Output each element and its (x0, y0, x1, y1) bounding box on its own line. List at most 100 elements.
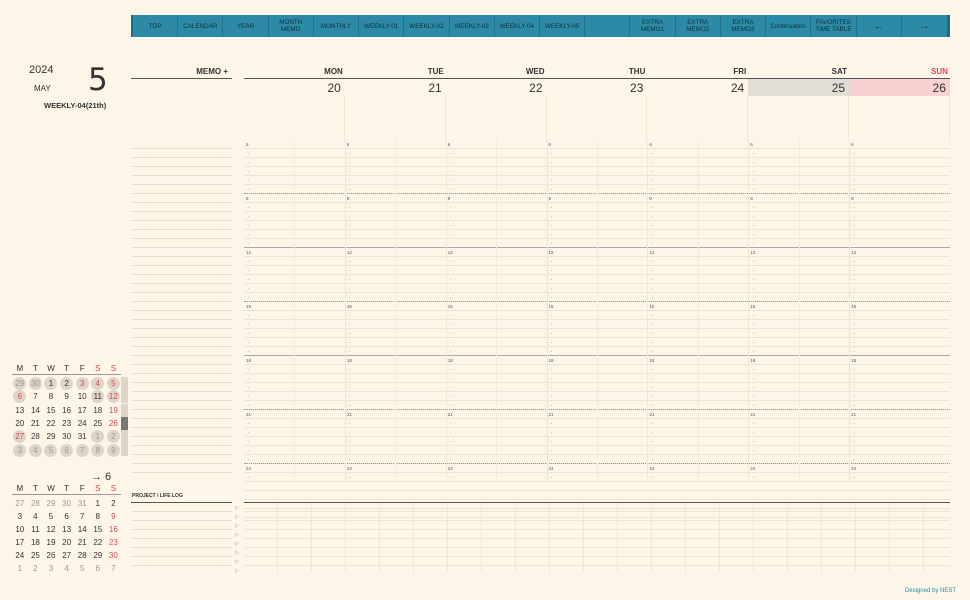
mini-calendar-day[interactable]: 30 (106, 551, 122, 560)
nav-tab-year[interactable]: YEAR (223, 15, 269, 37)
mini-calendar-day[interactable]: 13 (12, 406, 28, 415)
mini-calendar-week[interactable]: 6 7 8 9 10 11 12 (12, 390, 129, 404)
mini-calendar-day[interactable]: 6 (60, 443, 74, 457)
nav-tab-extra-memo2[interactable]: EXTRA MEMO2 (676, 15, 721, 37)
mini-calendar-day[interactable]: 21 (28, 419, 44, 428)
mini-calendar-day[interactable]: 3 (75, 377, 89, 391)
mini-calendar-day[interactable]: 8 (91, 443, 105, 457)
mini-calendar-day[interactable]: 2 (28, 564, 44, 573)
mini-calendar-day[interactable]: 1 (12, 564, 28, 573)
mini-calendar-week[interactable]: 27 28 29 30 31 1 2 (12, 497, 121, 510)
mini-calendar-week[interactable]: 10 11 12 13 14 15 16 (12, 523, 121, 536)
mini-calendar-day[interactable]: 3 (43, 564, 59, 573)
week-indicator[interactable] (121, 430, 129, 444)
nav-tab-continuation[interactable]: Continuation (766, 15, 812, 37)
nav-tab-monthly[interactable]: MONTHLY (314, 15, 360, 37)
day-date-fri[interactable]: 24 (647, 79, 748, 96)
nav-tab-weekly-03[interactable]: WEEKLY-03 (450, 15, 495, 37)
mini-calendar-day[interactable]: 10 (12, 525, 28, 534)
mini-calendar-day[interactable]: 28 (28, 499, 44, 508)
mini-calendar-day[interactable]: 2 (60, 377, 74, 391)
mini-calendar-day[interactable]: 17 (74, 406, 90, 415)
mini-calendar-day[interactable]: 10 (74, 392, 90, 401)
mini-calendar-day[interactable]: 18 (28, 538, 44, 547)
nav-tab-extra-memo3[interactable]: EXTRA MEMO3 (721, 15, 767, 37)
week-indicator[interactable] (121, 377, 129, 390)
nav-tab-top[interactable]: TOP (133, 15, 179, 37)
mini-calendar-day[interactable]: 3 (13, 443, 27, 457)
mini-calendar-day[interactable]: 21 (74, 538, 90, 547)
mini-calendar-day[interactable]: 28 (74, 551, 90, 560)
nav-tab-weekly-02[interactable]: WEEKLY-02 (404, 15, 450, 37)
mini-calendar-week[interactable]: 20 21 22 23 24 25 26 (12, 416, 129, 430)
memo-header[interactable]: MEMO + (131, 67, 232, 79)
nav-tab-extra-memo1[interactable]: EXTRA MEMO1 (630, 15, 676, 37)
mini-calendar-day[interactable]: 14 (74, 525, 90, 534)
mini-calendar-day[interactable]: 30 (59, 499, 75, 508)
mini-calendar-day[interactable]: 11 (91, 390, 105, 404)
memo-lines[interactable] (131, 140, 232, 480)
day-date-wed[interactable]: 22 (446, 79, 547, 96)
mini-calendar-day[interactable]: 30 (28, 377, 42, 391)
mini-calendar-day[interactable]: 31 (74, 499, 90, 508)
mini-calendar-day[interactable]: 4 (28, 512, 44, 521)
mini-calendar-day[interactable]: 29 (90, 551, 106, 560)
mini-calendar-day[interactable]: 9 (106, 443, 120, 457)
mini-calendar-day[interactable]: 17 (12, 538, 28, 547)
week-indicator[interactable] (121, 390, 129, 404)
nav-tab-weekly-04[interactable]: WEEKLY-04 (495, 15, 540, 37)
mini-calendar-day[interactable]: 1 (91, 430, 105, 444)
nav-tab-weekly-01[interactable]: WEEKLY-01 (359, 15, 405, 37)
mini-calendar-day[interactable]: 7 (28, 392, 44, 401)
mini-calendar-day[interactable]: 15 (43, 406, 59, 415)
mini-calendar-day[interactable]: 7 (74, 512, 90, 521)
mini-calendar-day[interactable]: 16 (106, 525, 122, 534)
mini-calendar-day[interactable]: 26 (106, 419, 122, 428)
nav-tab-calendar[interactable]: CALENDAR (178, 15, 224, 37)
mini-calendar-day[interactable]: 14 (28, 406, 44, 415)
mini-calendar-day[interactable]: 25 (28, 551, 44, 560)
mini-calendar-day[interactable]: 8 (90, 512, 106, 521)
mini-calendar-day[interactable]: 22 (90, 538, 106, 547)
mini-calendar-day[interactable]: 4 (28, 443, 42, 457)
day-date-sat[interactable]: 25 (748, 79, 850, 96)
mini-calendar-day[interactable]: 23 (59, 419, 75, 428)
project-log-left[interactable] (131, 502, 232, 572)
nav-tab-prev[interactable]: ← (857, 15, 902, 37)
day-date-mon[interactable]: 20 (244, 79, 345, 96)
mini-calendar-day[interactable]: 22 (43, 419, 59, 428)
mini-calendar-day[interactable]: 31 (74, 432, 90, 441)
mini-calendar-day[interactable]: 11 (28, 525, 44, 534)
day-date-thu[interactable]: 23 (547, 79, 648, 96)
mini-calendar-day[interactable]: 19 (106, 406, 122, 415)
mini-calendar-day[interactable]: 28 (28, 432, 44, 441)
mini-calendar-day[interactable]: 9 (106, 512, 122, 521)
mini-calendar-day[interactable]: 6 (13, 390, 27, 404)
project-log-right[interactable] (244, 502, 950, 572)
nav-tab-next[interactable]: → (902, 15, 947, 37)
mini-calendar-week[interactable]: 13 14 15 16 17 18 19 (12, 403, 129, 417)
mini-calendar-day[interactable]: 5 (43, 512, 59, 521)
mini-calendar-day[interactable]: 15 (90, 525, 106, 534)
mini-calendar-day[interactable]: 23 (106, 538, 122, 547)
mini-calendar-day[interactable]: 30 (59, 432, 75, 441)
nav-tab-month-memo[interactable]: MONTH MEMO (269, 15, 314, 37)
mini-calendar-day[interactable]: 4 (91, 377, 105, 391)
nav-tab-favorites-time-table[interactable]: FAVORITES TIME TABLE (811, 15, 857, 37)
mini-calendar-week[interactable]: 24 25 26 27 28 29 30 (12, 549, 121, 562)
mini-calendar-day[interactable]: 1 (90, 499, 106, 508)
week-indicator[interactable] (121, 443, 129, 457)
nav-tab-weekly-05[interactable]: WEEKLY-05 (540, 15, 586, 37)
mini-calendar-day[interactable]: 2 (106, 430, 120, 444)
day-date-sun[interactable]: 26 (849, 79, 950, 96)
mini-calendar-day[interactable]: 29 (43, 432, 59, 441)
mini-calendar-day[interactable]: 24 (74, 419, 90, 428)
mini-calendar-week[interactable]: 17 18 19 20 21 22 23 (12, 536, 121, 549)
week-indicator[interactable] (121, 403, 129, 417)
mini-calendar-day[interactable]: 5 (44, 443, 58, 457)
mini-calendar-day[interactable]: 4 (59, 564, 75, 573)
mini-calendar-day[interactable]: 6 (59, 512, 75, 521)
mini-calendar-week[interactable]: 3456789 (12, 443, 129, 457)
mini-calendar-day[interactable]: 13 (59, 525, 75, 534)
mini-calendar-week[interactable]: 27 28 29 30 31 1 2 (12, 430, 129, 444)
